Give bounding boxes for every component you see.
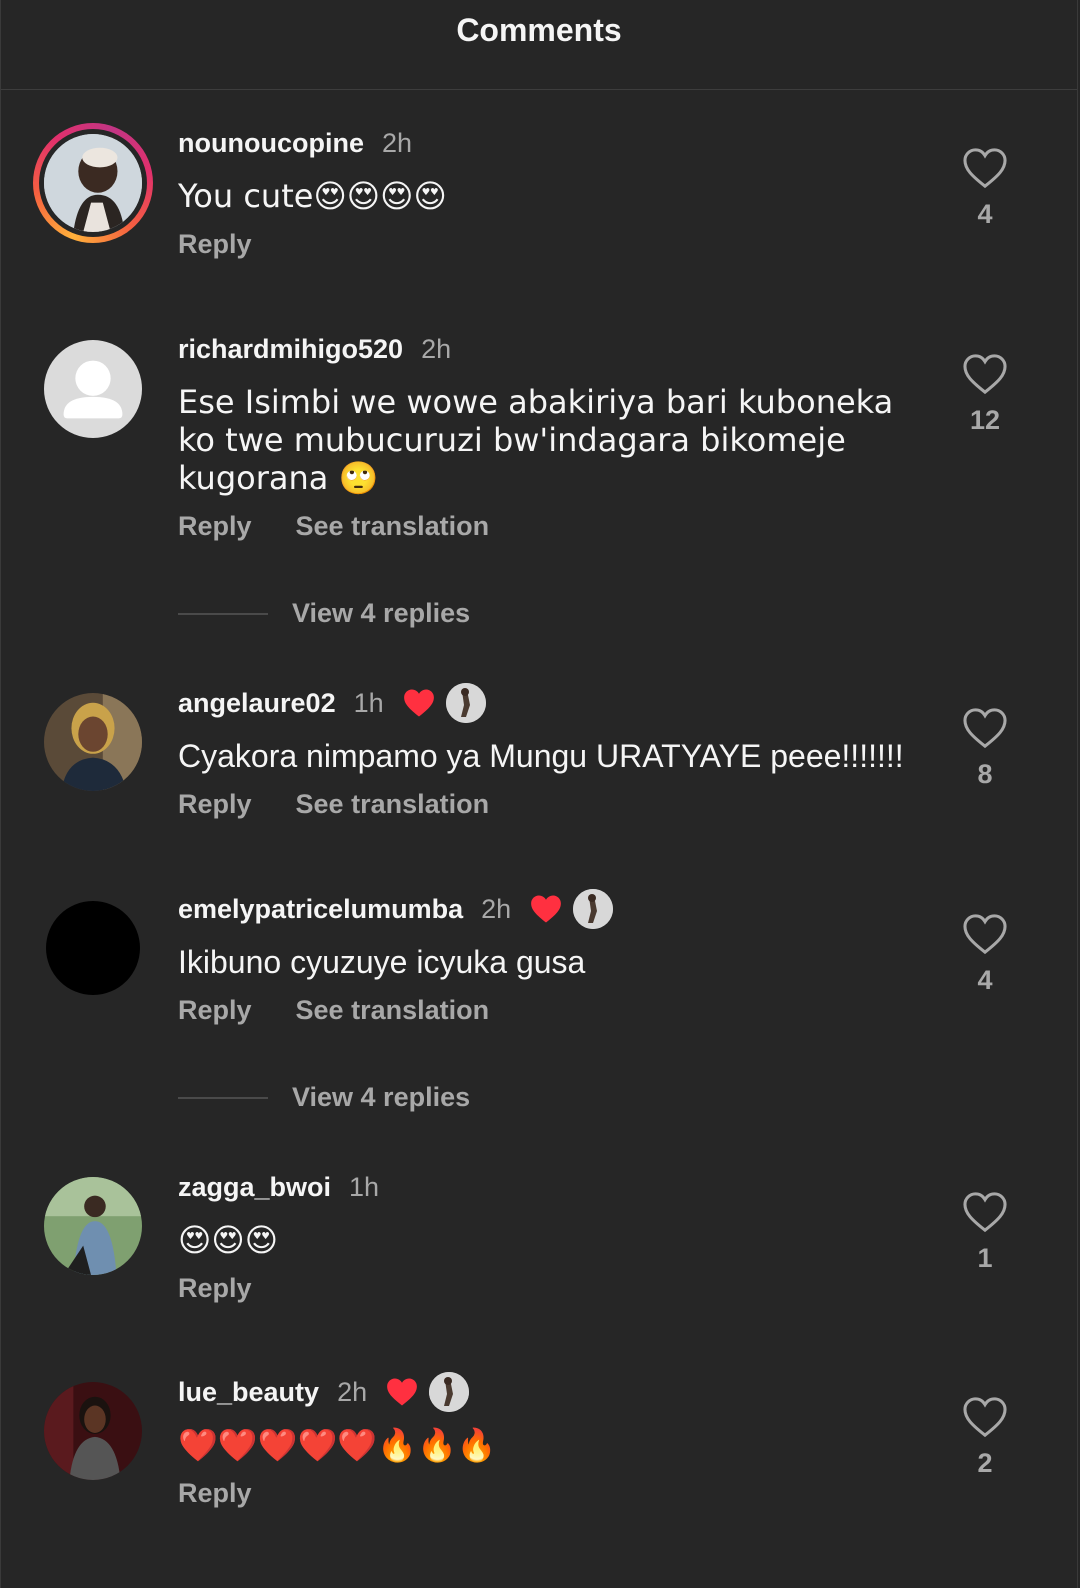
comment-username[interactable]: lue_beauty xyxy=(178,1377,319,1408)
avatar[interactable] xyxy=(44,340,142,438)
divider-line xyxy=(178,1096,268,1099)
reply-button[interactable]: Reply xyxy=(178,1273,252,1304)
reply-button[interactable]: Reply xyxy=(178,1478,252,1509)
comment-text: Ese Isimbi we wowe abakiriya bari kubone… xyxy=(178,383,894,497)
comment-time: 2h xyxy=(381,127,413,158)
avatar-story-ring[interactable] xyxy=(33,123,153,243)
creator-avatar-icon xyxy=(573,889,614,929)
like-button[interactable]: 12 xyxy=(958,353,1012,436)
see-translation-button[interactable]: See translation xyxy=(296,789,490,820)
like-button[interactable]: 4 xyxy=(958,147,1012,230)
creator-avatar-icon xyxy=(445,683,486,723)
comment-time: 2h xyxy=(421,333,452,364)
heart-outline-icon xyxy=(963,148,1007,189)
like-count: 2 xyxy=(977,1448,993,1478)
avatar[interactable] xyxy=(46,901,140,995)
reply-button[interactable]: Reply xyxy=(178,995,252,1026)
avatar-photo-icon xyxy=(44,1177,142,1275)
avatar[interactable] xyxy=(44,1382,142,1480)
like-count: 1 xyxy=(977,1243,993,1273)
comment-username[interactable]: nounoucopine xyxy=(178,128,364,159)
see-translation-button[interactable]: See translation xyxy=(296,511,490,542)
comment-username[interactable]: zagga_bwoi xyxy=(178,1172,331,1203)
like-button[interactable]: 4 xyxy=(958,913,1012,996)
creator-heart-icon xyxy=(531,895,562,923)
like-button[interactable]: 2 xyxy=(958,1396,1012,1479)
heart-outline-icon xyxy=(963,1192,1007,1233)
comment-username[interactable]: angelaure02 xyxy=(178,688,336,719)
view-replies-label: View 4 replies xyxy=(292,1082,471,1112)
comment-time: 1h xyxy=(353,687,384,718)
avatar-photo-icon xyxy=(44,693,142,791)
like-count: 4 xyxy=(977,199,993,229)
see-translation-button[interactable]: See translation xyxy=(296,995,490,1026)
comment-text: ❤️❤️❤️❤️❤️🔥🔥🔥 xyxy=(178,1426,497,1464)
comment-text: Cyakora nimpamo ya Mungu URATYAYE peee!!… xyxy=(178,738,904,774)
creator-avatar-icon xyxy=(429,1372,470,1412)
comment-time: 1h xyxy=(349,1171,380,1202)
like-count: 4 xyxy=(977,965,993,995)
avatar[interactable] xyxy=(44,693,142,791)
page-title: Comments xyxy=(456,12,622,48)
avatar-photo-icon xyxy=(44,134,142,232)
comment-username[interactable]: richardmihigo520 xyxy=(178,334,403,365)
like-button[interactable]: 8 xyxy=(958,707,1012,790)
reply-button[interactable]: Reply xyxy=(178,789,252,820)
default-avatar-icon xyxy=(44,340,142,438)
reply-button[interactable]: Reply xyxy=(178,511,252,542)
heart-outline-icon xyxy=(963,354,1007,395)
heart-outline-icon xyxy=(963,708,1007,749)
heart-outline-icon xyxy=(963,1397,1007,1438)
comment-time: 2h xyxy=(337,1376,368,1407)
reply-button[interactable]: Reply xyxy=(178,229,252,260)
creator-heart-icon xyxy=(387,1378,417,1406)
view-replies-label: View 4 replies xyxy=(292,598,471,628)
like-count: 12 xyxy=(969,405,1001,435)
avatar[interactable] xyxy=(44,1177,142,1275)
comment-username[interactable]: emelypatricelumumba xyxy=(178,894,463,925)
heart-outline-icon xyxy=(963,914,1007,955)
view-replies-button[interactable]: View 4 replies xyxy=(178,1082,470,1113)
comment-time: 2h xyxy=(481,893,512,924)
like-count: 8 xyxy=(977,759,993,789)
comment-text: 😍😍😍 xyxy=(178,1221,279,1259)
comment-text: Ikibuno cyuzuye icyuka gusa xyxy=(178,944,586,980)
comments-header: Comments xyxy=(1,0,1077,90)
avatar-black-icon xyxy=(46,901,140,995)
avatar xyxy=(44,134,142,232)
avatar-photo-icon xyxy=(44,1382,142,1480)
view-replies-button[interactable]: View 4 replies xyxy=(178,598,470,629)
creator-heart-icon xyxy=(403,689,434,717)
divider-line xyxy=(178,612,268,615)
like-button[interactable]: 1 xyxy=(958,1191,1012,1274)
comment-text: You cute😍😍😍😍 xyxy=(178,177,447,215)
